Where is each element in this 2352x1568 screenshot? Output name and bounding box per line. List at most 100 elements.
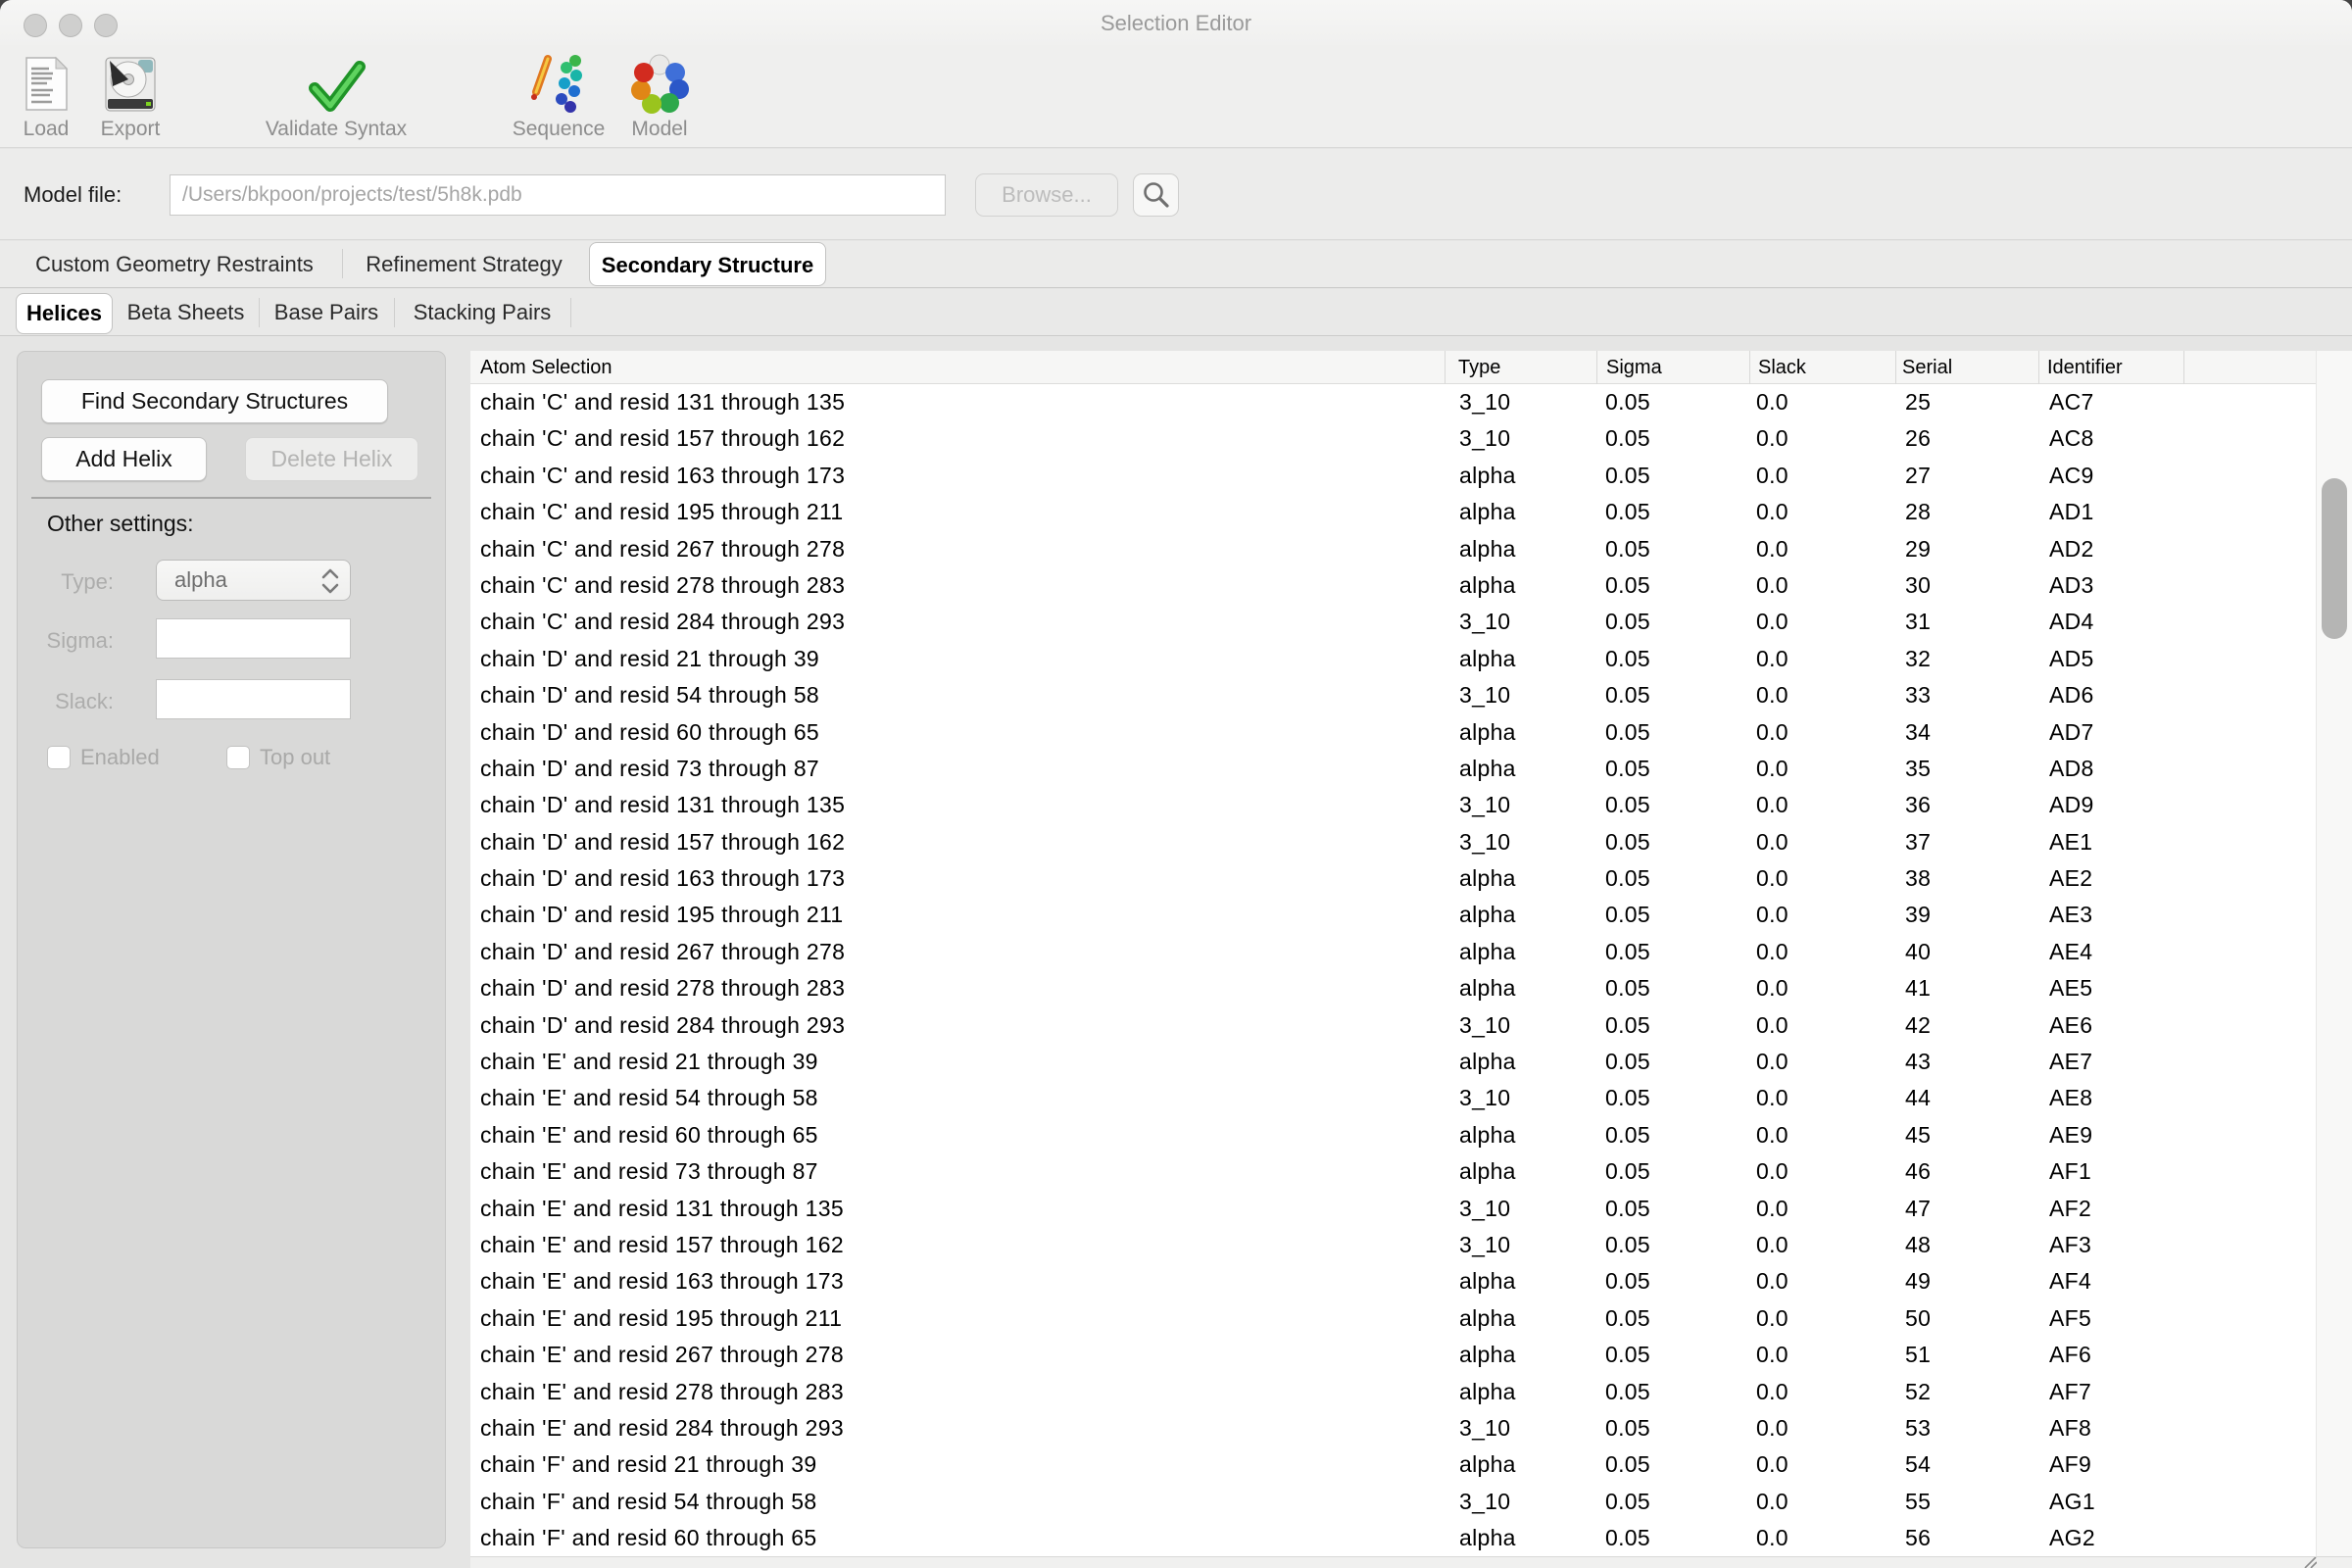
table-row[interactable]: chain 'C' and resid 278 through 283 alph… <box>470 567 2316 604</box>
table-row[interactable]: chain 'C' and resid 284 through 293 3_10… <box>470 604 2316 640</box>
cell-sigma: 0.05 <box>1597 1153 1750 1190</box>
table-row[interactable]: chain 'D' and resid 163 through 173 alph… <box>470 860 2316 897</box>
cell-atom-selection: chain 'E' and resid 73 through 87 <box>470 1153 1446 1190</box>
tab-custom-geometry-restraints[interactable]: Custom Geometry Restraints <box>8 241 341 287</box>
cell-identifier: AC7 <box>2039 384 2184 420</box>
table-row[interactable]: chain 'C' and resid 163 through 173 alph… <box>470 458 2316 494</box>
table-row[interactable]: chain 'C' and resid 157 through 162 3_10… <box>470 420 2316 457</box>
table-row[interactable]: chain 'C' and resid 131 through 135 3_10… <box>470 384 2316 420</box>
cell-type: 3_10 <box>1446 1191 1597 1227</box>
cell-serial: 48 <box>1896 1227 2039 1263</box>
subtab-helices[interactable]: Helices <box>16 293 113 334</box>
table-row[interactable]: chain 'D' and resid 267 through 278 alph… <box>470 934 2316 970</box>
tab-refinement-strategy[interactable]: Refinement Strategy <box>343 241 585 287</box>
validate-syntax-button[interactable]: Validate Syntax <box>257 51 416 141</box>
delete-helix-button[interactable]: Delete Helix <box>245 437 418 481</box>
resize-grip-icon[interactable] <box>2301 1557 2317 1568</box>
cell-atom-selection: chain 'C' and resid 131 through 135 <box>470 384 1446 420</box>
cell-type: alpha <box>1446 1044 1597 1080</box>
cell-atom-selection: chain 'C' and resid 267 through 278 <box>470 531 1446 567</box>
model-file-input[interactable] <box>170 174 946 216</box>
cell-sigma: 0.05 <box>1597 970 1750 1006</box>
table-row[interactable]: chain 'D' and resid 157 through 162 3_10… <box>470 824 2316 860</box>
table-row[interactable]: chain 'D' and resid 60 through 65 alpha … <box>470 714 2316 751</box>
sigma-field[interactable] <box>156 618 351 659</box>
cell-sigma: 0.05 <box>1597 677 1750 713</box>
cell-type: alpha <box>1446 641 1597 677</box>
model-button[interactable]: Model <box>617 51 702 141</box>
column-header-identifier[interactable]: Identifier <box>2039 351 2184 384</box>
column-header-type[interactable]: Type <box>1446 351 1597 384</box>
cell-type: 3_10 <box>1446 420 1597 457</box>
column-header-atom-selection[interactable]: Atom Selection <box>470 351 1446 384</box>
enabled-checkbox[interactable] <box>47 746 71 769</box>
vertical-scrollbar-thumb[interactable] <box>2322 478 2347 639</box>
table-row[interactable]: chain 'E' and resid 284 through 293 3_10… <box>470 1410 2316 1446</box>
browse-button[interactable]: Browse... <box>975 173 1118 217</box>
cell-sigma: 0.05 <box>1597 824 1750 860</box>
selection-editor-window: Selection Editor Load <box>0 0 2352 1568</box>
table-row[interactable]: chain 'D' and resid 21 through 39 alpha … <box>470 641 2316 677</box>
table-row[interactable]: chain 'F' and resid 54 through 58 3_10 0… <box>470 1484 2316 1520</box>
column-header-slack[interactable]: Slack <box>1750 351 1896 384</box>
column-header-filler <box>2184 351 2316 384</box>
type-dropdown[interactable]: alpha <box>156 560 351 601</box>
cell-type: alpha <box>1446 1117 1597 1153</box>
table-row[interactable]: chain 'E' and resid 73 through 87 alpha … <box>470 1153 2316 1190</box>
subtab-stacking-pairs[interactable]: Stacking Pairs <box>398 289 566 335</box>
table-row[interactable]: chain 'E' and resid 21 through 39 alpha … <box>470 1044 2316 1080</box>
cell-type: 3_10 <box>1446 1227 1597 1263</box>
add-helix-button[interactable]: Add Helix <box>41 437 207 481</box>
table-row[interactable]: chain 'E' and resid 60 through 65 alpha … <box>470 1117 2316 1153</box>
cell-atom-selection: chain 'E' and resid 278 through 283 <box>470 1374 1446 1410</box>
table-row[interactable]: chain 'D' and resid 195 through 211 alph… <box>470 897 2316 933</box>
cell-slack: 0.0 <box>1750 751 1896 787</box>
vertical-scrollbar-track[interactable] <box>2316 351 2352 1556</box>
document-icon <box>6 51 86 114</box>
table-row[interactable]: chain 'E' and resid 278 through 283 alph… <box>470 1374 2316 1410</box>
cell-identifier: AF5 <box>2039 1300 2184 1337</box>
cell-slack: 0.0 <box>1750 860 1896 897</box>
find-secondary-structures-button[interactable]: Find Secondary Structures <box>41 379 388 423</box>
cell-sigma: 0.05 <box>1597 1263 1750 1299</box>
cell-atom-selection: chain 'C' and resid 163 through 173 <box>470 458 1446 494</box>
table-row[interactable]: chain 'C' and resid 195 through 211 alph… <box>470 494 2316 530</box>
table-row[interactable]: chain 'E' and resid 157 through 162 3_10… <box>470 1227 2316 1263</box>
table-row[interactable]: chain 'D' and resid 54 through 58 3_10 0… <box>470 677 2316 713</box>
table-row[interactable]: chain 'E' and resid 131 through 135 3_10… <box>470 1191 2316 1227</box>
export-button[interactable]: Export <box>90 51 171 141</box>
top-out-checkbox[interactable] <box>226 746 250 769</box>
sequence-button[interactable]: Sequence <box>495 51 622 141</box>
subtab-beta-sheets[interactable]: Beta Sheets <box>117 289 255 335</box>
cell-sigma: 0.05 <box>1597 934 1750 970</box>
table-row[interactable]: chain 'D' and resid 73 through 87 alpha … <box>470 751 2316 787</box>
slack-field[interactable] <box>156 679 351 719</box>
table-row[interactable]: chain 'E' and resid 195 through 211 alph… <box>470 1300 2316 1337</box>
search-button[interactable] <box>1133 173 1179 217</box>
cell-slack: 0.0 <box>1750 494 1896 530</box>
column-header-sigma[interactable]: Sigma <box>1597 351 1750 384</box>
table-row[interactable]: chain 'F' and resid 21 through 39 alpha … <box>470 1446 2316 1483</box>
cell-identifier: AE6 <box>2039 1007 2184 1044</box>
table-row[interactable]: chain 'D' and resid 284 through 293 3_10… <box>470 1007 2316 1044</box>
cell-atom-selection: chain 'D' and resid 73 through 87 <box>470 751 1446 787</box>
table-row[interactable]: chain 'D' and resid 278 through 283 alph… <box>470 970 2316 1006</box>
cell-sigma: 0.05 <box>1597 1300 1750 1337</box>
cell-serial: 39 <box>1896 897 2039 933</box>
column-header-serial[interactable]: Serial <box>1896 351 2039 384</box>
horizontal-scrollbar-area[interactable] <box>470 1556 2352 1568</box>
table-row[interactable]: chain 'E' and resid 163 through 173 alph… <box>470 1263 2316 1299</box>
table-row[interactable]: chain 'C' and resid 267 through 278 alph… <box>470 531 2316 567</box>
sigma-label: Sigma: <box>18 628 114 654</box>
cell-serial: 37 <box>1896 824 2039 860</box>
tab-secondary-structure[interactable]: Secondary Structure <box>589 242 826 286</box>
cell-atom-selection: chain 'E' and resid 195 through 211 <box>470 1300 1446 1337</box>
table-row[interactable]: chain 'E' and resid 267 through 278 alph… <box>470 1337 2316 1373</box>
cell-slack: 0.0 <box>1750 604 1896 640</box>
table-row[interactable]: chain 'D' and resid 131 through 135 3_10… <box>470 787 2316 823</box>
table-row[interactable]: chain 'E' and resid 54 through 58 3_10 0… <box>470 1080 2316 1116</box>
subtab-divider <box>394 298 395 327</box>
table-row[interactable]: chain 'F' and resid 60 through 65 alpha … <box>470 1520 2316 1556</box>
load-button[interactable]: Load <box>6 51 86 141</box>
subtab-base-pairs[interactable]: Base Pairs <box>263 289 390 335</box>
